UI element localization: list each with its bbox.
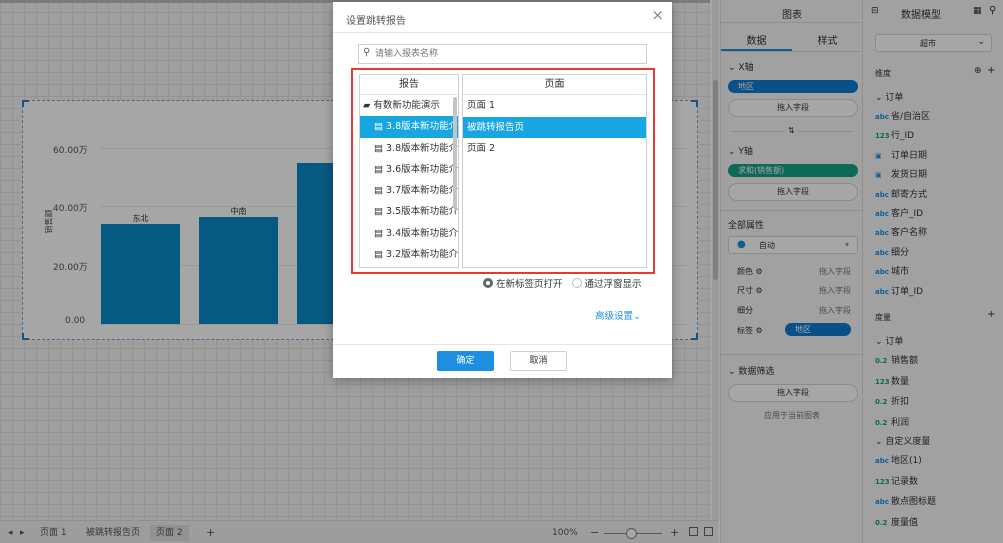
open-float-label: 通过浮窗显示 — [584, 279, 642, 290]
report-search-box[interactable]: ⚲ — [358, 44, 647, 64]
report-name: 3.5版本新功能介 — [386, 206, 458, 218]
report-name: 3.7版本新功能介 — [386, 185, 458, 197]
cancel-button[interactable]: 取消 — [510, 351, 567, 371]
report-icon: ▤ — [374, 206, 386, 218]
reports-header: 报告 — [360, 75, 458, 95]
report-name: 3.6版本新功能介 — [386, 163, 458, 175]
advanced-settings-link[interactable]: 高级设置⌄ — [595, 308, 641, 322]
report-group-label: 有数新功能演示 — [373, 100, 440, 111]
jump-report-dialog: 设置跳转报告 × ⚲ 报告 ▰ 有数新功能演示 ▤ 3.8版本新功能介▤ 3.8… — [333, 2, 672, 378]
page-item[interactable]: 被跳转报告页 — [463, 116, 646, 138]
page-item[interactable]: 页面 1 — [463, 95, 646, 117]
report-item[interactable]: ▤ 3.5版本新功能介 — [360, 201, 458, 222]
search-icon: ⚲ — [363, 47, 371, 58]
close-icon[interactable]: × — [651, 6, 664, 24]
open-mode-options: 在新标签页打开 通过浮窗显示 — [483, 276, 642, 290]
report-item[interactable]: ▤ 3.6版本新功能介 — [360, 159, 458, 180]
report-icon: ▤ — [374, 249, 386, 261]
open-new-tab-label: 在新标签页打开 — [496, 279, 563, 290]
confirm-button[interactable]: 确定 — [437, 351, 494, 371]
pages-header: 页面 — [463, 75, 646, 95]
report-icon: ▤ — [374, 142, 386, 154]
report-group-item[interactable]: ▰ 有数新功能演示 — [360, 95, 458, 116]
report-list: ▤ 3.8版本新功能介 ▤ 3.8版本新功能介 ▤ 3.6版本新功能介 ▤ 3.7版本… — [360, 116, 458, 265]
report-item[interactable]: ▤ 3.8版本新功能介 — [360, 116, 458, 138]
report-icon: ▤ — [374, 227, 386, 239]
report-item[interactable]: ▤ 3.7版本新功能介 — [360, 180, 458, 201]
page-item[interactable]: 页面 2 — [463, 138, 646, 160]
report-icon: ▤ — [374, 121, 386, 133]
pages-panel: 页面 页面 1 被跳转报告页 页面 2 — [462, 74, 647, 268]
report-icon: ▤ — [374, 163, 386, 175]
report-name: 3.8版本新功能介 — [386, 121, 458, 133]
report-search-input[interactable] — [375, 47, 635, 61]
report-item[interactable]: ▤ 3.4版本新功能介 — [360, 223, 458, 244]
report-item[interactable]: ▤ 3.8版本新功能介 — [360, 138, 458, 159]
report-name: 3.2版本新功能介 — [386, 249, 458, 261]
folder-icon: ▰ — [363, 100, 374, 111]
report-icon: ▤ — [374, 185, 386, 197]
page-list: 页面 1 被跳转报告页 页面 2 — [463, 95, 646, 160]
reports-scrollbar[interactable] — [453, 97, 457, 209]
report-name: 3.4版本新功能介 — [386, 227, 458, 239]
advanced-settings-label: 高级设置 — [595, 311, 634, 322]
radio-float-window[interactable] — [571, 278, 582, 288]
reports-panel: 报告 ▰ 有数新功能演示 ▤ 3.8版本新功能介 ▤ 3.8版本新功能介 ▤ 3.6… — [359, 74, 459, 268]
report-name: 3.8版本新功能介 — [386, 142, 458, 154]
chevron-down-icon: ⌄ — [633, 311, 641, 322]
radio-new-tab[interactable] — [483, 278, 493, 288]
report-item[interactable]: ▤ 3.2版本新功能介 — [360, 244, 458, 265]
dialog-title: 设置跳转报告 — [346, 16, 406, 27]
